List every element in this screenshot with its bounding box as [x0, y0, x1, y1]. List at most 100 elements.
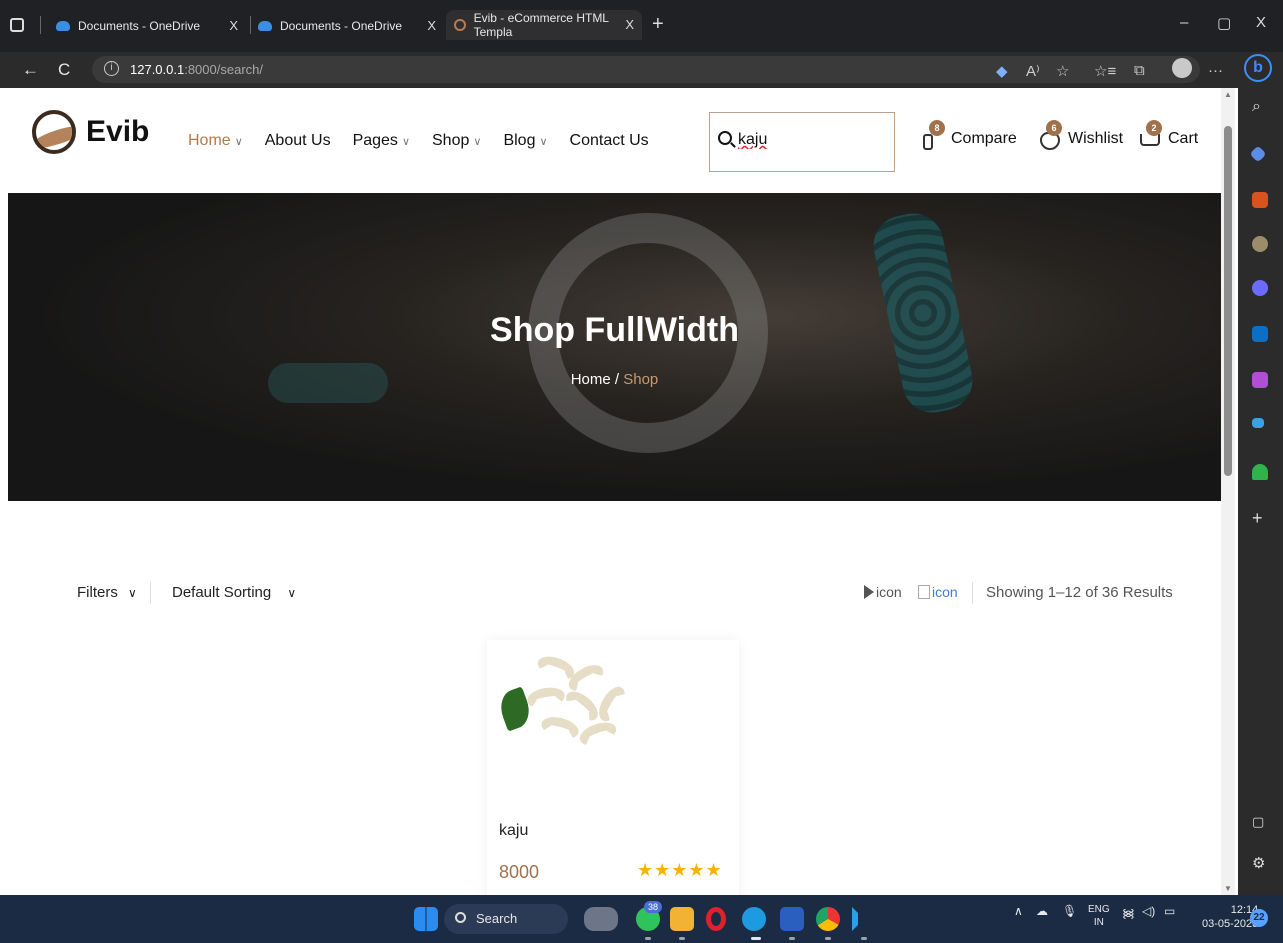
tab-evib[interactable]: Evib - eCommerce HTML Templa X: [446, 10, 642, 40]
telegram-icon[interactable]: [1252, 418, 1264, 428]
language-indicator[interactable]: ENG IN: [1088, 903, 1110, 929]
tools-icon[interactable]: [1252, 192, 1268, 208]
cart-icon: 2: [1138, 120, 1162, 150]
wifi-icon[interactable]: ᯼: [1122, 904, 1135, 921]
cashew-nut: [525, 684, 567, 712]
page-title: Shop FullWidth: [490, 311, 739, 349]
tab-close-button[interactable]: X: [229, 18, 238, 33]
chevron-down-icon: ∨: [401, 135, 410, 148]
file-explorer-icon[interactable]: [670, 907, 694, 931]
nav-item-about[interactable]: About Us: [265, 132, 331, 150]
add-favorite-icon[interactable]: ☆: [1056, 62, 1069, 80]
nav-item-shop[interactable]: Shop ∨: [432, 132, 481, 150]
product-name[interactable]: kaju: [499, 822, 528, 840]
site-info-icon[interactable]: i: [104, 61, 119, 76]
breadcrumb-home-link[interactable]: Home: [571, 371, 611, 388]
tab-onedrive-1[interactable]: Documents - OneDrive X: [56, 13, 246, 39]
tray-overflow-icon[interactable]: ∧: [1014, 904, 1023, 918]
nav-label: Blog: [503, 132, 536, 149]
opera-icon[interactable]: [706, 907, 726, 931]
koala-widget-icon[interactable]: [584, 907, 618, 931]
broken-image-alt: icon: [932, 584, 958, 600]
cart-button[interactable]: 2 Cart: [1138, 120, 1198, 150]
chrome-icon[interactable]: [816, 907, 840, 931]
compare-icon: 8: [921, 120, 945, 150]
back-button[interactable]: ←: [22, 60, 39, 80]
minimize-button[interactable]: –: [1180, 14, 1188, 31]
sorting-select[interactable]: Default Sorting ∨: [172, 584, 296, 601]
designer-icon[interactable]: [1252, 372, 1268, 388]
taskbar-search[interactable]: Search: [444, 904, 568, 934]
profile-avatar[interactable]: [1172, 58, 1192, 78]
nav-label: Pages: [352, 132, 398, 149]
add-icon[interactable]: +: [1252, 508, 1263, 529]
scrollbar-thumb[interactable]: [1224, 126, 1232, 476]
settings-gear-icon[interactable]: ⚙: [1252, 854, 1265, 872]
compare-button[interactable]: 8 Compare: [921, 120, 1017, 150]
compare-label: Compare: [951, 130, 1017, 147]
price-tag-icon[interactable]: ◆: [996, 62, 1008, 80]
shopping-icon[interactable]: [1249, 145, 1267, 163]
broken-image-icon: [918, 585, 930, 599]
tab-close-button[interactable]: X: [427, 18, 436, 33]
running-indicator: [825, 937, 831, 940]
collections-icon[interactable]: ⧉: [1134, 62, 1145, 79]
windows-taskbar: Search 38 ∧ ☁ 🎙 ENG IN ᯼ ◁) ▭ 12:14 03-0…: [0, 895, 1283, 943]
more-menu-icon[interactable]: ···: [1208, 62, 1223, 79]
list-view-button[interactable]: icon: [918, 584, 958, 600]
product-rating-stars: ★★★★★: [637, 860, 723, 880]
site-search: [709, 112, 895, 172]
nav-label: Shop: [432, 132, 470, 149]
restore-button[interactable]: ▢: [1217, 14, 1231, 32]
favorites-icon[interactable]: ☆≡: [1094, 62, 1116, 80]
search-icon[interactable]: [718, 131, 732, 145]
edge-icon[interactable]: [742, 907, 766, 931]
active-indicator: [751, 937, 761, 940]
filters-toggle[interactable]: Filters ∨: [77, 584, 137, 601]
wishlist-button[interactable]: 6 Wishlist: [1038, 120, 1123, 150]
outlook-icon[interactable]: [1252, 326, 1268, 342]
nav-item-contact[interactable]: Contact Us: [570, 132, 649, 150]
tab-close-button[interactable]: X: [625, 17, 634, 32]
onedrive-icon: [56, 21, 70, 31]
page-viewport: Evib Home ∨ About Us Pages ∨ Shop ∨ Blog…: [8, 88, 1221, 895]
main-nav: Home ∨ About Us Pages ∨ Shop ∨ Blog ∨ Co…: [188, 132, 649, 150]
search-icon[interactable]: ⌕: [1252, 98, 1261, 116]
read-aloud-icon[interactable]: A⁾: [1026, 62, 1040, 80]
bing-chat-icon[interactable]: b: [1244, 54, 1272, 82]
windows-start-icon[interactable]: [414, 907, 438, 931]
whatsapp-icon[interactable]: 38: [636, 901, 663, 931]
tree-icon[interactable]: [1252, 464, 1268, 480]
nav-item-blog[interactable]: Blog ∨: [503, 132, 547, 150]
product-price: 8000: [499, 862, 540, 882]
microphone-icon[interactable]: 🎙: [1062, 904, 1077, 918]
new-tab-button[interactable]: +: [652, 13, 664, 36]
nav-item-home[interactable]: Home ∨: [188, 132, 243, 150]
scroll-down-arrow[interactable]: ▼: [1224, 884, 1232, 893]
product-image[interactable]: [495, 652, 637, 764]
notification-badge[interactable]: 22: [1250, 909, 1268, 927]
word-icon[interactable]: [780, 907, 804, 931]
running-indicator: [679, 937, 685, 940]
battery-icon[interactable]: ▭: [1164, 904, 1175, 918]
scroll-up-arrow[interactable]: ▲: [1224, 90, 1232, 99]
edge-sidebar: ⌕ + ▢ ⚙: [1238, 88, 1283, 895]
copilot-icon[interactable]: [1252, 280, 1268, 296]
games-icon[interactable]: [1252, 236, 1268, 252]
window-close-button[interactable]: X: [1256, 14, 1266, 31]
tab-title: Documents - OneDrive: [78, 19, 201, 33]
onedrive-tray-icon[interactable]: ☁: [1036, 904, 1048, 918]
nav-item-pages[interactable]: Pages ∨: [353, 132, 410, 150]
tab-actions-icon[interactable]: [10, 18, 24, 32]
search-input[interactable]: [738, 129, 888, 151]
sidebar-toggle-icon[interactable]: ▢: [1252, 814, 1264, 830]
reload-button[interactable]: C: [58, 60, 70, 80]
tab-onedrive-2[interactable]: Documents - OneDrive X: [258, 13, 444, 39]
vscode-icon[interactable]: [852, 907, 876, 931]
product-card[interactable]: kaju 8000 ★★★★★: [487, 640, 739, 895]
page-scrollbar[interactable]: ▲ ▼: [1221, 88, 1235, 895]
heart-icon: 6: [1038, 120, 1062, 150]
volume-icon[interactable]: ◁): [1142, 904, 1155, 918]
grid-view-button[interactable]: icon: [864, 584, 902, 600]
site-logo[interactable]: Evib: [32, 110, 149, 154]
